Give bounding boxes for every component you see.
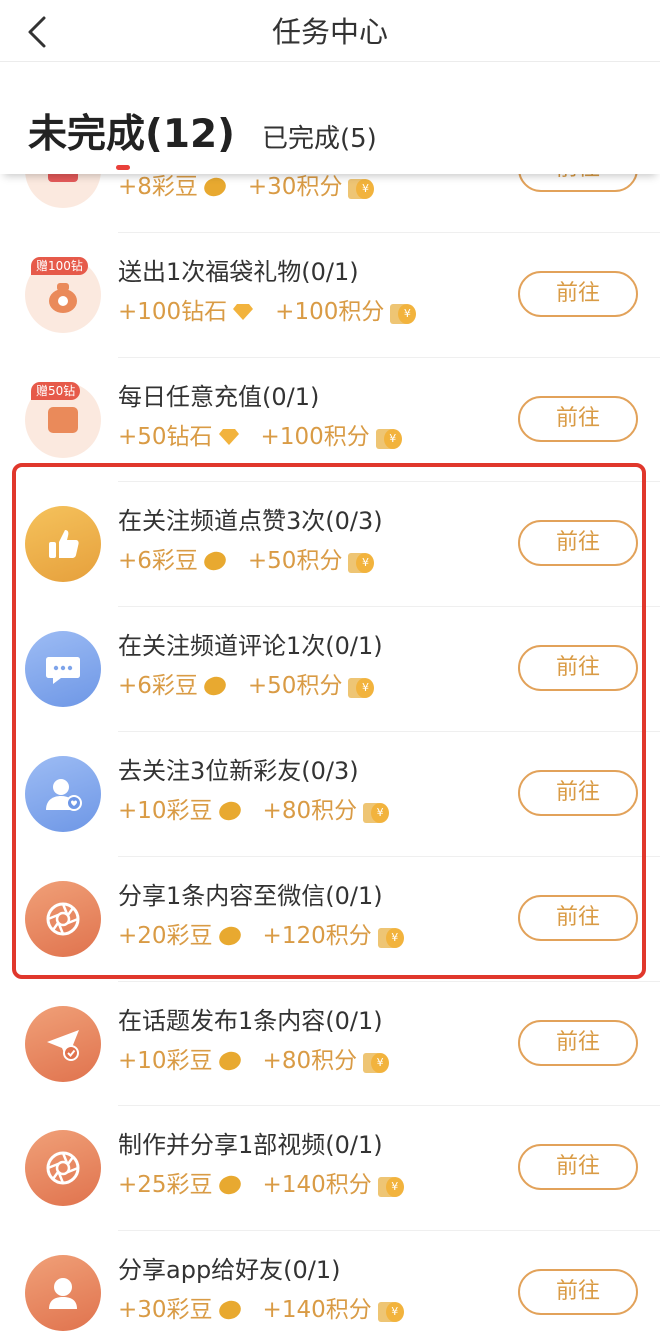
reward-points: +100积分: [275, 297, 417, 327]
go-button[interactable]: 前往: [518, 520, 638, 567]
reward-row: +6彩豆 +50积分: [118, 671, 375, 701]
user-icon: [25, 1255, 101, 1332]
wallet-icon: 赠50钻: [25, 381, 101, 458]
go-button[interactable]: 前往: [518, 645, 638, 692]
reward-row: +50钻石 +100积分: [118, 422, 402, 452]
tabs-bar: 未完成(12) 已完成(5): [0, 63, 660, 174]
bean-icon: [201, 175, 229, 199]
coin-icon: [348, 175, 375, 199]
task-title: 制作并分享1部视频(0/1): [118, 1131, 383, 1160]
bean-icon: [216, 1298, 243, 1323]
send-icon: [25, 1005, 101, 1082]
aperture-icon: [25, 1130, 101, 1207]
coin-icon: [377, 1298, 404, 1323]
comment-icon: [25, 631, 101, 708]
reward-row: +20彩豆 +120积分: [118, 921, 404, 951]
bean-icon: [216, 799, 243, 823]
task-item: 分享1条内容至微信(0/1) +20彩豆 +120积分 前往: [0, 857, 660, 982]
go-button[interactable]: 前往: [518, 395, 638, 442]
reward-points: +50积分: [248, 546, 375, 576]
reward-row: +8彩豆 +30积分: [118, 172, 375, 202]
task-item: 在话题发布1条内容(0/1) +10彩豆 +80积分 前往: [0, 982, 660, 1107]
bean-icon: [201, 549, 229, 574]
reward-points: +50积分: [248, 671, 375, 701]
go-button[interactable]: 前往: [518, 1019, 638, 1066]
coin-icon: [363, 799, 390, 823]
page-title: 任务中心: [271, 15, 388, 49]
tab-incomplete[interactable]: 未完成(12): [28, 111, 235, 159]
reward-row: +6彩豆 +50积分: [118, 546, 375, 576]
task-item: 制作并分享1部视频(0/1) +25彩豆 +140积分 前往: [0, 1106, 660, 1231]
reward-row: +10彩豆 +80积分: [118, 1046, 390, 1076]
follow-user-icon: [25, 755, 101, 832]
task-title: 去关注3位新彩友(0/3): [118, 756, 359, 785]
tab-indicator: [116, 165, 130, 170]
go-button[interactable]: 前往: [518, 769, 638, 816]
reward-primary: +10彩豆: [118, 1046, 243, 1076]
task-item: 分享app给好友(0/1) +30彩豆 +140积分 前往: [0, 1231, 660, 1332]
reward-primary: +100钻石: [118, 297, 254, 327]
diamond-icon: [218, 428, 239, 445]
reward-primary: +50钻石: [118, 422, 239, 452]
reward-primary: +25彩豆: [118, 1170, 243, 1200]
reward-primary: +6彩豆: [118, 546, 229, 576]
nav-bar: 任务中心: [0, 0, 660, 62]
coin-icon: [377, 924, 404, 948]
reward-primary: +30彩豆: [118, 1295, 243, 1325]
coin-icon: [363, 1049, 390, 1073]
task-item: 去关注3位新彩友(0/3) +10彩豆 +80积分 前往: [0, 732, 660, 857]
task-title: 在关注频道评论1次(0/1): [118, 632, 383, 661]
reward-badge: 赠50钻: [31, 381, 81, 400]
reward-points: +80积分: [263, 796, 390, 826]
task-item: 在关注频道点赞3次(0/3) +6彩豆 +50积分 前往: [0, 482, 660, 607]
go-button[interactable]: 前往: [518, 270, 638, 317]
task-item: 赠100钻 送出1次福袋礼物(0/1) +100钻石 +100积分 前往: [0, 233, 660, 358]
bean-icon: [216, 1048, 243, 1073]
go-button[interactable]: 前往: [518, 1269, 638, 1316]
coin-icon: [375, 425, 402, 449]
reward-primary: +6彩豆: [118, 671, 229, 701]
reward-row: +25彩豆 +140积分: [118, 1170, 404, 1200]
reward-points: +80积分: [263, 1046, 390, 1076]
reward-row: +100钻石 +100积分: [118, 297, 417, 327]
reward-primary: +20彩豆: [118, 921, 243, 951]
reward-points: +120积分: [263, 921, 404, 951]
aperture-icon: [25, 880, 101, 957]
coin-icon: [377, 1173, 404, 1198]
task-list: +8彩豆 +30积分 前往 赠100钻 送出1次福袋礼物(0/1) +100钻石…: [0, 108, 660, 1332]
coin-icon: [348, 674, 375, 699]
task-item: 在关注频道评论1次(0/1) +6彩豆 +50积分 前往: [0, 607, 660, 732]
task-title: 送出1次福袋礼物(0/1): [118, 257, 359, 286]
task-title: 在关注频道点赞3次(0/3): [118, 507, 383, 536]
diamond-icon: [233, 303, 254, 320]
task-item: 赠50钻 每日任意充值(0/1) +50钻石 +100积分 前往: [0, 358, 660, 483]
reward-points: +30积分: [248, 172, 375, 202]
reward-row: +30彩豆 +140积分: [118, 1295, 404, 1325]
coin-icon: [348, 549, 375, 574]
thumbs-up-icon: [25, 506, 101, 583]
reward-points: +140积分: [263, 1295, 404, 1325]
go-button[interactable]: 前往: [518, 1144, 638, 1191]
coin-icon: [390, 300, 417, 324]
bean-icon: [216, 1173, 243, 1198]
bean-icon: [216, 923, 243, 948]
reward-primary: +8彩豆: [118, 172, 229, 202]
tab-completed[interactable]: 已完成(5): [262, 121, 377, 157]
reward-row: +10彩豆 +80积分: [118, 796, 390, 826]
task-title: 每日任意充值(0/1): [118, 382, 320, 411]
lucky-bag-icon: 赠100钻: [25, 256, 101, 333]
task-title: 分享1条内容至微信(0/1): [118, 881, 383, 910]
reward-points: +140积分: [263, 1170, 404, 1200]
go-button[interactable]: 前往: [518, 894, 638, 941]
reward-points: +100积分: [261, 422, 402, 452]
reward-badge: 赠100钻: [31, 256, 88, 275]
task-title: 分享app给好友(0/1): [118, 1256, 341, 1285]
bean-icon: [201, 674, 229, 699]
reward-primary: +10彩豆: [118, 796, 243, 826]
task-title: 在话题发布1条内容(0/1): [118, 1006, 383, 1035]
